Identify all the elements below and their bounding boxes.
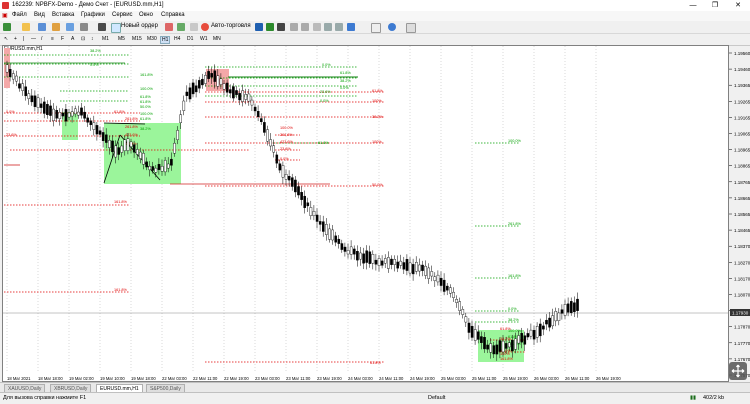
menu-tools[interactable]: Сервис	[112, 12, 133, 18]
cursor-icon[interactable]: ↖	[3, 36, 9, 42]
price-tick-label: 1.19265	[734, 99, 750, 104]
tf-h4[interactable]: H4	[173, 36, 181, 42]
price-tick-label: 1.18865	[734, 164, 750, 169]
play-icon[interactable]	[177, 23, 185, 31]
menu-insert[interactable]: Вставка	[52, 12, 74, 18]
price-tick-label: 1.19165	[734, 115, 750, 120]
chart-symbol-label: EURUSD.mm,H1	[4, 46, 43, 52]
title-bar: 162239: NPBFX-Demo - Демо Счет - [EURUSD…	[0, 0, 750, 11]
options-icon[interactable]	[190, 23, 198, 31]
help-hint: Для вызова справки нажмите F1	[3, 395, 87, 401]
menu-file[interactable]: Файл	[12, 12, 27, 18]
tf-d1[interactable]: D1	[186, 36, 194, 42]
chart-window[interactable]	[2, 45, 729, 382]
standard-toolbar: Новый ордер Авто-торговля	[0, 21, 750, 34]
price-tick-label: 1.19065	[734, 132, 750, 137]
vertical-line-icon[interactable]: |	[22, 36, 25, 42]
price-tick-label: 1.18765	[734, 180, 750, 185]
menu-help[interactable]: Справка	[161, 12, 185, 18]
market-watch-icon[interactable]	[38, 23, 46, 31]
periods-icon[interactable]	[371, 23, 381, 33]
window-title: 162239: NPBFX-Demo - Демо Счет - [EURUSD…	[12, 2, 164, 8]
price-tick-label: 1.17870	[734, 325, 750, 330]
menu-view[interactable]: Вид	[34, 12, 45, 18]
profiles-icon[interactable]	[22, 23, 30, 31]
price-tick-label: 1.18665	[734, 196, 750, 201]
tf-m1[interactable]: M1	[101, 36, 110, 42]
fibonacci-icon[interactable]: F	[60, 36, 65, 42]
price-tick-label: 1.17970	[734, 309, 750, 314]
status-bar: Для вызова справки нажмите F1 Default ▮▮…	[0, 392, 750, 404]
minimize-button[interactable]: —	[682, 0, 704, 11]
indicators-icon[interactable]	[347, 23, 355, 31]
price-tick-label: 1.17770	[734, 341, 750, 346]
tf-mn[interactable]: MN	[212, 36, 222, 42]
crosshair-icon[interactable]	[98, 23, 106, 31]
auto-trading-button[interactable]: Авто-торговля	[211, 23, 251, 29]
navigator-icon[interactable]	[52, 23, 60, 31]
terminal-icon[interactable]	[66, 23, 74, 31]
close-button[interactable]: ✕	[727, 0, 749, 11]
new-chart-icon[interactable]	[3, 23, 11, 31]
price-tick-label: 1.19365	[734, 83, 750, 88]
tf-m5[interactable]: M5	[117, 36, 126, 42]
traffic-status: 402/2 kb	[703, 395, 725, 401]
channel-icon[interactable]: ≡	[50, 36, 55, 42]
horizontal-line-icon[interactable]: —	[30, 36, 37, 42]
price-tick-label: 1.18965	[734, 148, 750, 153]
menu-charts[interactable]: Графики	[81, 12, 105, 18]
menu-chart-icon[interactable]: ▣	[2, 12, 8, 19]
bar-chart-icon[interactable]	[255, 23, 263, 31]
zoom-out-icon[interactable]	[301, 23, 309, 31]
current-price-label: 1.17930	[732, 311, 749, 316]
trendline-icon[interactable]: /	[40, 36, 43, 42]
tile-windows-icon[interactable]	[313, 23, 321, 31]
maximize-button[interactable]: ❐	[704, 0, 726, 11]
app-icon	[2, 2, 9, 9]
tf-w1[interactable]: W1	[199, 36, 209, 42]
zoom-overlay-icon[interactable]	[729, 362, 747, 380]
price-tick-label: 1.18170	[734, 276, 750, 281]
zoom-in-icon[interactable]	[290, 23, 298, 31]
chart-properties-icon[interactable]	[406, 23, 416, 33]
price-tick-label: 1.18465	[734, 228, 750, 233]
menu-bar: ▣ Файл Вид Вставка Графики Сервис Окно С…	[0, 11, 750, 28]
connection-icon: ▮▮	[690, 395, 697, 401]
metaeditor-icon[interactable]	[165, 23, 173, 31]
new-order-icon[interactable]	[111, 23, 121, 33]
text-icon[interactable]: A	[70, 36, 75, 42]
current-price-box	[730, 309, 750, 316]
label-icon[interactable]: ⊡	[80, 36, 86, 42]
price-tick-label: 1.18370	[734, 244, 750, 249]
price-tick-label: 1.19560	[734, 51, 750, 56]
line-chart-icon[interactable]	[277, 23, 285, 31]
auto-trading-icon[interactable]	[201, 23, 209, 31]
candle-chart-icon[interactable]	[266, 23, 274, 31]
chart-shift-icon[interactable]	[335, 23, 343, 31]
price-tick-label: 1.18070	[734, 293, 750, 298]
strategy-tester-icon[interactable]	[80, 23, 88, 31]
templates-icon[interactable]	[388, 23, 396, 31]
profile-name: Default	[428, 395, 446, 401]
tf-m30[interactable]: M30	[146, 36, 158, 42]
tf-m15[interactable]: M15	[131, 36, 143, 42]
new-order-button[interactable]: Новый ордер	[121, 23, 158, 29]
autoscroll-icon[interactable]	[324, 23, 332, 31]
menu-window[interactable]: Окно	[139, 12, 153, 18]
price-tick-label: 1.18270	[734, 260, 750, 265]
arrows-icon[interactable]: ↕	[90, 36, 95, 42]
tf-h1[interactable]: H1	[160, 36, 171, 44]
price-tick-label: 1.18565	[734, 212, 750, 217]
price-tick-label: 1.19460	[734, 67, 750, 72]
crosshair-tool-icon[interactable]: +	[13, 36, 18, 42]
